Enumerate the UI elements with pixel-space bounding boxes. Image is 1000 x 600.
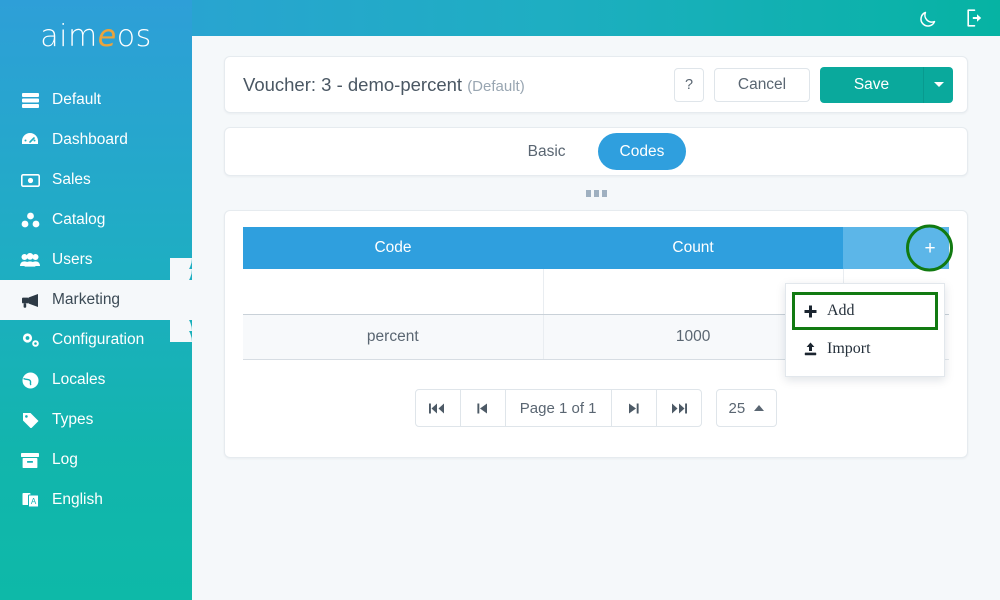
dropdown-item-add[interactable]: Add — [786, 292, 944, 330]
sidebar-item-configuration[interactable]: Configuration — [0, 320, 192, 360]
logout-icon[interactable] — [966, 9, 986, 27]
language-icon: A — [20, 491, 40, 509]
tag-icon — [20, 411, 40, 429]
brand-logo-part1: aim — [40, 18, 98, 54]
tabs-card: Basic Codes — [224, 127, 968, 176]
sidebar-nav: Default Dashboard Sales Catalog Users Ma… — [0, 72, 192, 520]
page-indicator: Page 1 of 1 — [504, 389, 612, 427]
archive-icon — [20, 451, 40, 469]
cell-code: percent — [243, 314, 544, 360]
tab-basic[interactable]: Basic — [506, 133, 588, 170]
codes-table-head: Code Count + — [243, 224, 953, 272]
page-title-text: Voucher: 3 - demo-percent — [243, 73, 463, 95]
brand-logo-part2: os — [116, 18, 152, 54]
sidebar-item-label: Default — [52, 91, 102, 108]
dropdown-item-import[interactable]: Import — [786, 330, 944, 368]
chevron-up-icon — [754, 405, 765, 411]
add-dropdown-menu: Add Import — [785, 283, 945, 377]
sidebar-item-log[interactable]: Log — [0, 440, 192, 480]
sitemap-icon — [20, 211, 40, 229]
page-header-card: Voucher: 3 - demo-percent (Default) ? Ca… — [224, 56, 968, 113]
help-button[interactable]: ? — [674, 67, 704, 102]
sidebar-item-marketing[interactable]: Marketing — [0, 258, 192, 342]
last-page-icon — [672, 403, 688, 413]
sidebar-item-dashboard[interactable]: Dashboard — [0, 120, 192, 160]
sidebar-item-label: Dashboard — [52, 131, 128, 148]
server-icon — [20, 91, 40, 109]
per-page-select[interactable]: 25 — [715, 389, 778, 427]
save-dropdown-toggle[interactable] — [923, 66, 953, 103]
sidebar-item-label: Marketing — [52, 291, 121, 308]
next-page-button[interactable] — [610, 389, 657, 427]
dropdown-item-label: Add — [827, 302, 855, 319]
pagination-buttons: Page 1 of 1 — [414, 389, 702, 427]
save-button-group: Save — [820, 66, 953, 103]
filter-input-code[interactable] — [243, 269, 544, 315]
sidebar-item-label: Log — [52, 451, 78, 468]
users-icon — [20, 251, 40, 269]
column-header-count[interactable]: Count — [543, 227, 844, 269]
upload-icon — [802, 342, 818, 356]
pagination: Page 1 of 1 25 — [225, 389, 967, 427]
previous-page-button[interactable] — [459, 389, 506, 427]
dot — [593, 189, 599, 197]
column-header-code[interactable]: Code — [243, 227, 544, 269]
sidebar-item-label: English — [52, 491, 103, 508]
sidebar-item-types[interactable]: Types — [0, 400, 192, 440]
page-title-suffix: (Default) — [467, 77, 525, 95]
cogs-icon — [20, 331, 40, 349]
section-drag-handle[interactable] — [192, 176, 1000, 210]
column-header-actions: + — [843, 224, 953, 272]
sidebar-item-label: Sales — [52, 171, 91, 188]
sidebar-item-label: Catalog — [52, 211, 106, 228]
chevron-down-icon — [933, 82, 944, 87]
brand-logo[interactable]: aim e os — [0, 0, 192, 72]
svg-text:A: A — [30, 497, 36, 506]
sidebar-item-catalog[interactable]: Catalog — [0, 200, 192, 240]
first-page-button[interactable] — [414, 389, 461, 427]
add-code-button[interactable]: + — [917, 235, 943, 261]
page-title: Voucher: 3 - demo-percent (Default) — [243, 74, 674, 96]
bullhorn-icon — [20, 291, 40, 309]
sidebar-item-label: Types — [52, 411, 94, 428]
brand-logo-accent: e — [97, 18, 117, 54]
sidebar-item-users[interactable]: Users — [0, 240, 192, 280]
sidebar-item-label: Configuration — [52, 331, 145, 348]
last-page-button[interactable] — [655, 389, 702, 427]
dropdown-item-label: Import — [827, 340, 871, 357]
globe-icon — [20, 371, 40, 389]
topbar-actions — [919, 0, 986, 36]
plus-icon — [802, 305, 818, 318]
next-page-icon — [629, 403, 639, 413]
dot — [601, 189, 607, 197]
sidebar-item-default[interactable]: Default — [0, 80, 192, 120]
dashboard-icon — [20, 131, 40, 149]
sidebar-item-sales[interactable]: Sales — [0, 160, 192, 200]
tab-codes[interactable]: Codes — [597, 133, 687, 170]
sidebar-item-label: Users — [52, 251, 93, 268]
table-header-row: Code Count + — [243, 224, 953, 272]
sidebar-item-label: Locales — [52, 371, 106, 388]
main-content: Voucher: 3 - demo-percent (Default) ? Ca… — [192, 36, 1000, 600]
first-page-icon — [429, 403, 445, 413]
cancel-button[interactable]: Cancel — [714, 67, 810, 102]
sidebar: aim e os Default Dashboard Sales Catalog U… — [0, 0, 192, 600]
money-icon — [20, 171, 40, 189]
dot — [585, 189, 591, 197]
sidebar-item-english[interactable]: A English — [0, 480, 192, 520]
save-button[interactable]: Save — [820, 66, 923, 103]
codes-table-card: Code Count + percent 1000 Page 1 of 1 25… — [224, 210, 968, 458]
dark-mode-icon[interactable] — [919, 9, 938, 28]
previous-page-icon — [477, 403, 488, 413]
per-page-value: 25 — [728, 399, 746, 417]
sidebar-item-locales[interactable]: Locales — [0, 360, 192, 400]
